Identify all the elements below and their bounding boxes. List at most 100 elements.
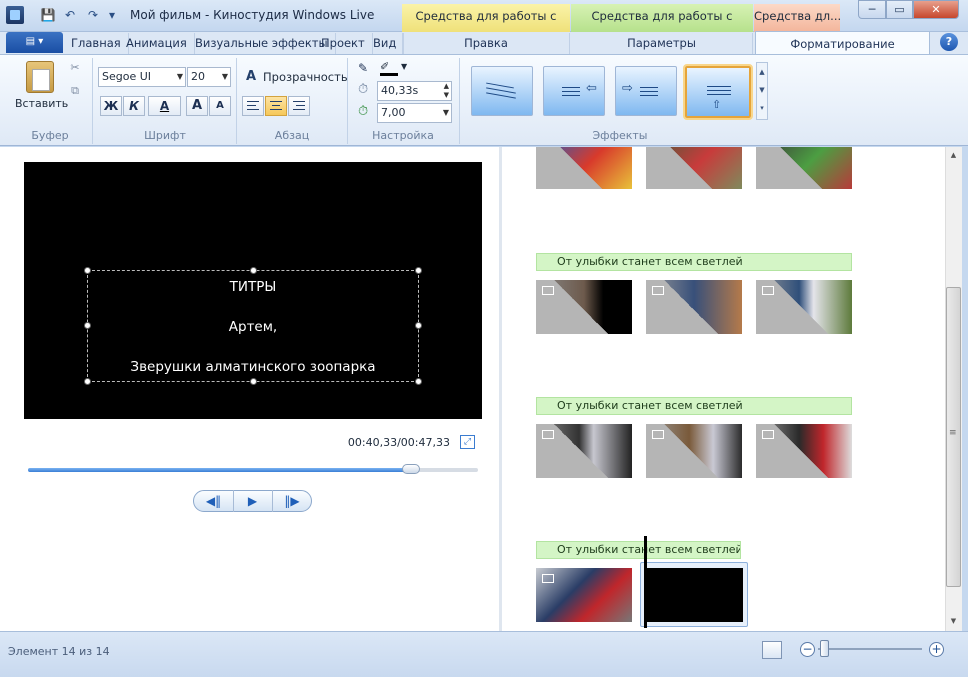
font-size-select[interactable]: 20 ▼ bbox=[187, 67, 231, 87]
effect-scroll-left[interactable] bbox=[471, 66, 533, 116]
undo-icon[interactable]: ↶ bbox=[62, 7, 78, 23]
align-center-button[interactable] bbox=[265, 96, 287, 116]
resize-handle[interactable] bbox=[415, 267, 422, 274]
scroll-up-icon[interactable]: ▲ bbox=[946, 148, 961, 162]
resize-handle[interactable] bbox=[250, 378, 257, 385]
group-separator bbox=[347, 58, 348, 144]
transition-icon bbox=[652, 430, 664, 439]
group-label-font: Шрифт bbox=[144, 129, 186, 142]
clip-thumbnail[interactable] bbox=[536, 147, 632, 189]
tab-options[interactable]: Параметры bbox=[571, 33, 753, 54]
duration-icon: ⏱ bbox=[358, 104, 369, 119]
clip-thumbnail[interactable] bbox=[536, 568, 632, 622]
music-clip[interactable]: От улыбки станет всем светлей bbox=[536, 253, 852, 271]
grow-font-button[interactable]: A bbox=[186, 96, 208, 116]
zoom-out-button[interactable]: − bbox=[800, 642, 815, 657]
tab-project[interactable]: Проект bbox=[314, 33, 373, 54]
tab-format[interactable]: Форматирование bbox=[755, 31, 930, 55]
transition-icon bbox=[542, 430, 554, 439]
app-menu-button[interactable]: ▤ ▾ bbox=[6, 32, 63, 53]
more-effects-icon[interactable]: ▾ bbox=[757, 99, 767, 117]
close-button[interactable]: ✕ bbox=[913, 0, 959, 19]
clip-thumbnail[interactable] bbox=[536, 280, 632, 334]
customize-toolbar-icon[interactable]: ▾ bbox=[104, 7, 120, 23]
redo-icon[interactable]: ↷ bbox=[85, 7, 101, 23]
scroll-down-icon[interactable]: ▼ bbox=[757, 81, 767, 99]
save-icon[interactable]: 💾 bbox=[40, 7, 56, 23]
chevron-down-icon[interactable]: ▼ bbox=[401, 62, 407, 71]
group-separator bbox=[459, 58, 460, 144]
font-color-button[interactable]: A bbox=[148, 96, 181, 116]
group-label-effects: Эффекты bbox=[592, 129, 648, 142]
title-clip-thumbnail[interactable] bbox=[647, 568, 743, 622]
effect-fly-in-right[interactable]: ⇦ bbox=[543, 66, 605, 116]
transition-icon bbox=[542, 286, 554, 295]
clip-thumbnail[interactable] bbox=[756, 424, 852, 478]
group-label-adjust: Настройка bbox=[372, 129, 434, 142]
window-title: Мой фильм - Киностудия Windows Live bbox=[130, 8, 375, 22]
text-color-icon[interactable]: ✐ bbox=[380, 60, 398, 76]
minimize-button[interactable]: ─ bbox=[858, 0, 886, 19]
help-button[interactable]: ? bbox=[940, 33, 958, 51]
app-icon[interactable] bbox=[6, 6, 24, 24]
font-family-value: Segoe UI bbox=[102, 70, 152, 83]
tab-edit[interactable]: Правка bbox=[402, 33, 570, 54]
spinner-arrows-icon[interactable]: ▲ ▼ bbox=[444, 82, 449, 100]
zoom-slider-track[interactable] bbox=[818, 648, 922, 650]
arrow-left-icon: ⇦ bbox=[586, 81, 597, 96]
group-label-clipboard: Буфер bbox=[31, 129, 69, 142]
clip-thumbnail[interactable] bbox=[646, 280, 742, 334]
fullscreen-icon[interactable]: ⤢ bbox=[460, 435, 475, 449]
scroll-up-icon[interactable]: ▲ bbox=[757, 63, 767, 81]
clip-thumbnail[interactable] bbox=[646, 147, 742, 189]
transition-icon bbox=[652, 286, 664, 295]
caption-line-2: Артем, bbox=[228, 319, 278, 335]
duration-field[interactable]: 7,00 ▼ bbox=[377, 103, 452, 123]
font-family-select[interactable]: Segoe UI ▼ bbox=[98, 67, 186, 87]
align-left-button[interactable] bbox=[242, 96, 264, 116]
tab-view[interactable]: Вид bbox=[366, 33, 405, 54]
next-frame-button[interactable]: ‖▶ bbox=[272, 490, 312, 512]
shrink-font-button[interactable]: A bbox=[209, 96, 231, 116]
music-clip[interactable]: От улыбки станет всем светлей bbox=[536, 397, 852, 415]
align-right-button[interactable] bbox=[288, 96, 310, 116]
previous-frame-button[interactable]: ◀‖ bbox=[194, 490, 234, 512]
transparency-button[interactable]: Прозрачность bbox=[263, 70, 348, 84]
copy-icon[interactable]: ⧉ bbox=[68, 84, 82, 98]
chevron-down-icon: ▼ bbox=[176, 72, 183, 81]
group-separator bbox=[92, 58, 93, 144]
music-clip[interactable]: От улыбки станет всем светлей bbox=[536, 541, 741, 559]
paste-button[interactable]: Вставить bbox=[15, 97, 68, 110]
tab-animation[interactable]: Анимация bbox=[119, 33, 195, 54]
start-time-field[interactable]: 40,33s ▲ ▼ bbox=[377, 81, 452, 101]
resize-handle[interactable] bbox=[415, 378, 422, 385]
cut-icon[interactable]: ✂ bbox=[68, 61, 82, 75]
background-color-icon[interactable]: ✎ bbox=[358, 61, 368, 75]
bold-button[interactable]: Ж bbox=[100, 96, 122, 116]
duration-value: 7,00 bbox=[381, 106, 406, 119]
scroll-down-icon[interactable]: ▼ bbox=[946, 614, 961, 628]
clip-thumbnail[interactable] bbox=[646, 424, 742, 478]
resize-handle[interactable] bbox=[250, 267, 257, 274]
maximize-button[interactable]: ▭ bbox=[886, 0, 913, 19]
clip-thumbnail[interactable] bbox=[536, 424, 632, 478]
clip-thumbnail[interactable] bbox=[756, 147, 852, 189]
thumbnail-size-icon[interactable] bbox=[762, 641, 782, 659]
paste-icon[interactable] bbox=[26, 61, 54, 93]
resize-handle[interactable] bbox=[84, 378, 91, 385]
italic-button[interactable]: К bbox=[123, 96, 145, 116]
play-button[interactable]: ▶ bbox=[233, 490, 273, 512]
effect-fly-in-bottom[interactable]: ⇧ bbox=[683, 64, 753, 120]
playhead[interactable] bbox=[644, 536, 647, 628]
resize-handle[interactable] bbox=[84, 267, 91, 274]
transition-icon bbox=[542, 574, 554, 583]
effect-fly-in-left[interactable]: ⇨ bbox=[615, 66, 677, 116]
chevron-down-icon: ▼ bbox=[442, 108, 449, 117]
status-element-count: Элемент 14 из 14 bbox=[8, 645, 110, 658]
zoom-in-button[interactable]: + bbox=[929, 642, 944, 657]
seek-bar-fill bbox=[28, 468, 411, 472]
effects-gallery-scroll[interactable]: ▲ ▼ ▾ bbox=[756, 62, 768, 120]
seek-thumb[interactable] bbox=[402, 464, 420, 474]
zoom-slider-thumb[interactable] bbox=[820, 640, 829, 657]
clip-thumbnail[interactable] bbox=[756, 280, 852, 334]
